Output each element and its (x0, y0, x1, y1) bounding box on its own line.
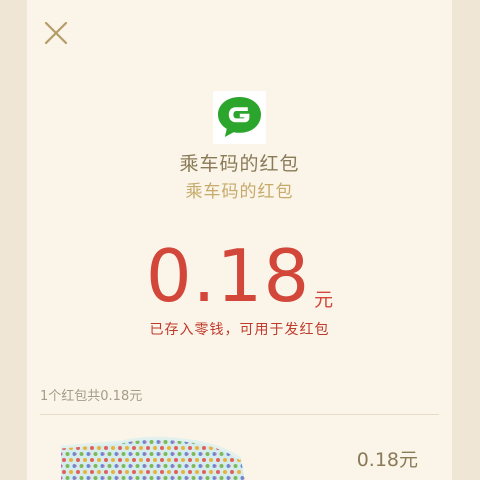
red-packet-detail-card: 乘车码的红包 乘车码的红包 0.18 元 已存入零钱，可用于发红包 1个红包共0.… (27, 0, 452, 480)
greeting-message: 乘车码的红包 (185, 182, 294, 202)
amount-unit: 元 (314, 289, 334, 311)
saved-to-balance-link[interactable]: 已存入零钱，可用于发红包 (27, 319, 452, 341)
sender-name: 乘车码的红包 (179, 153, 300, 175)
received-amount: 0.18 元 (27, 236, 452, 316)
close-icon (44, 21, 68, 45)
claimer-amount: 0.18元 (356, 449, 418, 471)
amount-value: 0.18 (145, 234, 311, 318)
close-button[interactable] (43, 20, 69, 46)
green-g-logo-icon (218, 97, 261, 137)
divider (40, 414, 439, 415)
claimer-avatar[interactable] (61, 433, 247, 480)
sender-logo (213, 91, 266, 144)
claims-summary: 1个红包共0.18元 (40, 389, 143, 404)
polka-dot-avatar-icon (61, 436, 245, 480)
